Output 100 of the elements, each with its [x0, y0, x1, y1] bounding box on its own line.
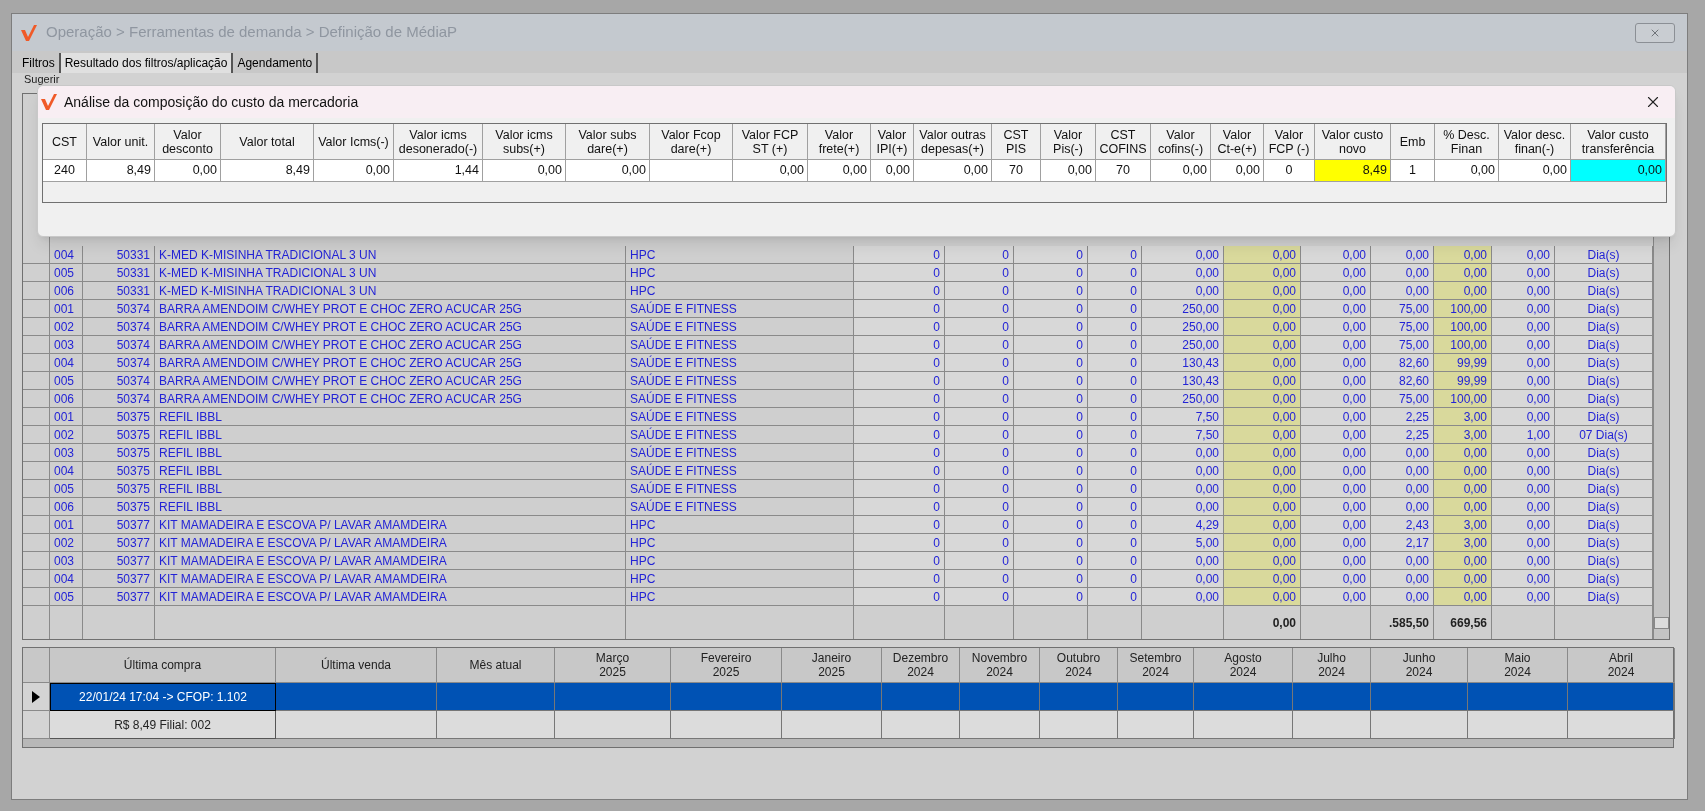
- table-cell: 0,00: [1492, 372, 1555, 390]
- table-cell: 0: [1088, 498, 1142, 516]
- table-cell: 0: [854, 498, 945, 516]
- column-header[interactable]: Valor frete(+): [808, 124, 871, 160]
- table-cell: 0: [854, 444, 945, 462]
- table-cell: 0,00: [1301, 588, 1371, 606]
- table-row[interactable]: R$ 8,49 Filial: 002: [23, 711, 1673, 739]
- table-cell: 50375: [83, 444, 155, 462]
- table-cell: 0: [854, 336, 945, 354]
- table-cell: 0,00: [1435, 160, 1499, 182]
- column-header[interactable]: % Desc. Finan: [1435, 124, 1499, 160]
- table-cell: 0,00: [1371, 444, 1434, 462]
- table-cell: 0,00: [1301, 426, 1371, 444]
- table-cell: 50374: [83, 390, 155, 408]
- table-cell: 0: [1014, 336, 1088, 354]
- table-cell: 004: [50, 570, 83, 588]
- column-header[interactable]: Valor Ct-e(+): [1211, 124, 1264, 160]
- table-cell: 0: [1014, 354, 1088, 372]
- table-cell: REFIL IBBL: [155, 498, 626, 516]
- table-cell: 0: [945, 426, 1014, 444]
- table-cell: Dia(s): [1555, 354, 1653, 372]
- table-cell: 0,00: [1224, 318, 1301, 336]
- scrollbar[interactable]: [23, 739, 1673, 747]
- column-header[interactable]: Valor custo transferência: [1571, 124, 1666, 160]
- table-cell: 250,00: [1142, 336, 1224, 354]
- table-cell: 0: [854, 462, 945, 480]
- table-cell: 005: [50, 264, 83, 282]
- column-header[interactable]: Valor cofins(-): [1151, 124, 1211, 160]
- table-cell: 0: [854, 408, 945, 426]
- table-cell: 0,00: [1492, 264, 1555, 282]
- column-header[interactable]: Emb: [1391, 124, 1435, 160]
- table-cell: 0,00: [1301, 390, 1371, 408]
- table-cell: 0,00: [1434, 282, 1492, 300]
- table-cell: SAÚDE E FITNESS: [626, 498, 854, 516]
- column-header[interactable]: Valor FCP ST (+): [733, 124, 808, 160]
- table-cell: 0,00: [1301, 462, 1371, 480]
- table-cell: 0: [1088, 534, 1142, 552]
- table-cell: 005: [50, 480, 83, 498]
- row-pointer-icon: [32, 690, 40, 703]
- column-header[interactable]: Valor Pis(-): [1041, 124, 1096, 160]
- column-header[interactable]: Valor custo novo: [1315, 124, 1391, 160]
- table-cell: Dia(s): [1555, 408, 1653, 426]
- column-header[interactable]: Valor icms desonerado(-): [394, 124, 483, 160]
- table-cell: 0: [945, 282, 1014, 300]
- table-row[interactable]: 22/01/24 17:04 -> CFOP: 1.102: [23, 683, 1673, 711]
- column-header[interactable]: Valor outras depesas(+): [914, 124, 992, 160]
- table-cell: 0,00: [1224, 426, 1301, 444]
- table-cell: 0: [1088, 246, 1142, 264]
- table-cell: 0: [1088, 426, 1142, 444]
- table-cell: 006: [50, 282, 83, 300]
- table-cell: 0: [1014, 372, 1088, 390]
- table-cell: 0: [945, 246, 1014, 264]
- column-header[interactable]: Valor desc. finan(-): [1499, 124, 1571, 160]
- column-header[interactable]: Valor subs dare(+): [566, 124, 650, 160]
- column-header[interactable]: CST COFINS: [1096, 124, 1151, 160]
- table-cell: KIT MAMADEIRA E ESCOVA P/ LAVAR AMAMDEIRA: [155, 534, 626, 552]
- table-cell: 0: [945, 354, 1014, 372]
- table-cell: 2,43: [1371, 516, 1434, 534]
- column-header[interactable]: Valor FCP (-): [1264, 124, 1315, 160]
- table-cell: 002: [50, 318, 83, 336]
- table-cell: 0,00: [1371, 570, 1434, 588]
- table-cell: 004: [50, 246, 83, 264]
- table-cell: SAÚDE E FITNESS: [626, 462, 854, 480]
- column-header[interactable]: Valor Icms(-): [314, 124, 394, 160]
- table-cell: 0: [945, 264, 1014, 282]
- column-header[interactable]: CST: [43, 124, 87, 160]
- table-cell: 3,00: [1434, 534, 1492, 552]
- table-cell: 99,99: [1434, 372, 1492, 390]
- table-cell: 1: [1391, 160, 1435, 182]
- table-cell: K-MED K-MISINHA TRADICIONAL 3 UN: [155, 264, 626, 282]
- column-header[interactable]: Valor IPI(+): [871, 124, 914, 160]
- table-cell: 0: [1014, 408, 1088, 426]
- table-cell: 82,60: [1371, 354, 1434, 372]
- table-cell: 002: [50, 426, 83, 444]
- table-cell: 0: [945, 390, 1014, 408]
- row-header[interactable]: [23, 683, 50, 711]
- table-cell: Dia(s): [1555, 444, 1653, 462]
- column-header[interactable]: Última compra: [50, 648, 276, 683]
- column-header[interactable]: Valor desconto: [155, 124, 221, 160]
- total-cell: .585,50: [1371, 606, 1434, 639]
- table-cell: Dia(s): [1555, 300, 1653, 318]
- table-cell: 0,00: [1499, 160, 1571, 182]
- table-cell: 130,43: [1142, 354, 1224, 372]
- table-cell: 1,00: [1492, 426, 1555, 444]
- column-header[interactable]: Valor Fcop dare(+): [650, 124, 733, 160]
- tab[interactable]: Resultado dos filtros/aplicação: [60, 53, 234, 73]
- table-cell: Dia(s): [1555, 480, 1653, 498]
- table-cell: 0,00: [1211, 160, 1264, 182]
- table-cell: 0: [1014, 552, 1088, 570]
- table-cell: 50375: [83, 480, 155, 498]
- table-cell: 50377: [83, 570, 155, 588]
- table-cell: 50375: [83, 426, 155, 444]
- column-header[interactable]: CST PIS: [992, 124, 1041, 160]
- column-header[interactable]: Valor unit.: [87, 124, 155, 160]
- column-header[interactable]: Valor total: [221, 124, 314, 160]
- table-cell: 0,00: [1301, 444, 1371, 462]
- table-cell: 0,00: [1492, 588, 1555, 606]
- column-header[interactable]: Valor icms subs(+): [483, 124, 566, 160]
- table-cell: 4,29: [1142, 516, 1224, 534]
- table-cell: 2,25: [1371, 408, 1434, 426]
